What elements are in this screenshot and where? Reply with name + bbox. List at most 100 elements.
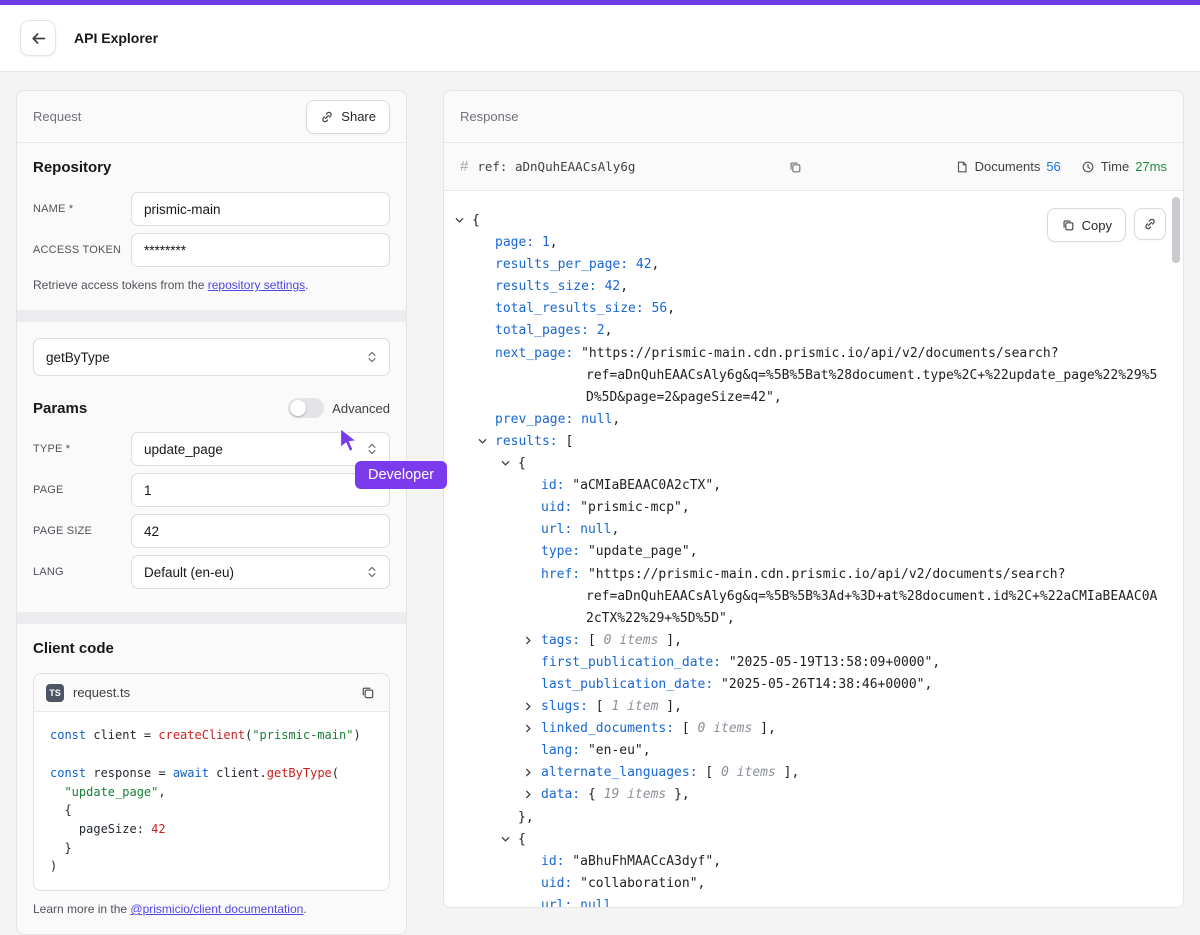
json-line: slugs: [ 1 item ], [444,696,1183,718]
expand-icon[interactable] [523,635,534,646]
toggle-knob [290,400,306,416]
method-select-value: getByType [46,350,110,365]
ref-hash-icon: # [460,158,468,175]
section-divider [17,310,406,322]
json-line: linked_documents: [ 0 items ], [444,718,1183,740]
json-line: }, [444,807,1183,829]
json-line: last_publication_date: "2025-05-26T14:38… [444,674,1183,696]
response-time-value: 27ms [1135,159,1167,174]
param-input-page_size[interactable] [131,514,390,548]
json-line: url: null, [444,519,1183,541]
ref-value: ref: aDnQuhEAACsAly6g [477,159,635,174]
json-line: ref=aDnQuhEAACsAly6g&q=%5B%5Bat%28docume… [444,365,1183,387]
client-docs-text: Learn more in the @prismicio/client docu… [33,901,390,918]
code-card-header: TS request.ts [34,674,389,712]
documents-count-value: 56 [1046,159,1060,174]
param-select-type[interactable]: update_page [131,432,390,466]
json-line: id: "aCMIaBEAAC0A2cTX", [444,475,1183,497]
json-viewer: Copy {page: 1,results_per_page: 42,resul… [444,191,1183,907]
expand-icon[interactable] [523,701,534,712]
copy-json-label: Copy [1082,218,1112,233]
repository-name-input[interactable] [131,192,390,226]
back-button[interactable] [20,20,56,56]
json-line: { [444,453,1183,475]
copy-link-button[interactable] [1134,208,1166,240]
copy-icon [788,160,802,174]
code-line: } [50,839,373,858]
param-label-page: PAGE [33,484,131,496]
expand-icon[interactable] [523,767,534,778]
token-help-text: Retrieve access tokens from the reposito… [33,277,390,294]
code-body: const client = createClient("prismic-mai… [34,712,389,890]
select-stepper-icon [365,442,379,456]
method-params-section: getByType Params Advanced TYPE *update_p… [17,322,406,612]
share-button-label: Share [341,109,376,124]
param-row-type: TYPE * update_page [33,432,390,466]
typescript-icon: TS [46,684,64,702]
response-time: Time 27ms [1081,159,1167,174]
param-label-type: TYPE * [33,443,131,455]
share-button[interactable]: Share [306,100,390,134]
json-line: id: "aBhuFhMAACcA3dyf", [444,851,1183,873]
response-meta: Documents 56 Time 27ms [955,159,1167,174]
expand-icon[interactable] [523,723,534,734]
json-line: lang: "en-eu", [444,740,1183,762]
param-label-page_size: PAGE SIZE [33,525,131,537]
request-panel-header: Request Share [17,91,406,143]
link-icon [320,110,334,124]
code-line: const response = await client.getByType( [50,764,373,783]
request-panel-label: Request [33,109,81,124]
access-token-input[interactable] [131,233,390,267]
response-panel-label: Response [460,109,519,124]
param-select-lang-value: Default (en-eu) [144,565,234,580]
page-title: API Explorer [74,30,158,46]
expand-icon[interactable] [523,789,534,800]
json-line: ref=aDnQuhEAACsAly6g&q=%5B%5B%3Ad+%3D+at… [444,586,1183,608]
json-line: 2cTX%22%29+%5D%5D", [444,608,1183,630]
param-select-type-value: update_page [144,442,223,457]
response-panel-header: Response [444,91,1183,143]
repository-settings-link[interactable]: repository settings [208,278,305,292]
json-line: data: { 19 items }, [444,784,1183,806]
advanced-toggle[interactable] [288,398,324,418]
section-divider [17,612,406,624]
param-fields: TYPE * update_page PAGE PAGE SIZE LANG Defaul… [33,432,390,589]
code-line: ) [50,857,373,876]
param-label-lang: LANG [33,566,131,578]
link-icon [1143,217,1157,231]
clock-icon [1081,160,1095,174]
param-input-page[interactable] [131,473,390,507]
repository-section: Repository NAME * ACCESS TOKEN Retrieve … [17,143,406,310]
advanced-label: Advanced [332,401,390,416]
copy-icon [360,685,375,700]
json-line: uid: "collaboration", [444,873,1183,895]
scrollbar[interactable] [1172,195,1180,903]
scrollbar-thumb[interactable] [1172,197,1180,263]
json-line: tags: [ 0 items ], [444,630,1183,652]
json-line: { [444,829,1183,851]
client-docs-link[interactable]: @prismicio/client documentation [130,902,303,916]
code-line: pageSize: 42 [50,820,373,839]
method-select[interactable]: getByType [33,338,390,376]
access-token-label: ACCESS TOKEN [33,244,131,256]
json-line: total_results_size: 56, [444,298,1183,320]
copy-code-button[interactable] [358,683,377,702]
json-line: alternate_languages: [ 0 items ], [444,762,1183,784]
code-line: { [50,801,373,820]
select-stepper-icon [365,350,379,364]
collapse-icon[interactable] [454,215,465,226]
copy-json-button[interactable]: Copy [1047,208,1126,242]
json-line: total_pages: 2, [444,320,1183,342]
collapse-icon[interactable] [477,436,488,447]
json-line: D%5D&page=2&pageSize=42", [444,387,1183,409]
param-row-page_size: PAGE SIZE [33,514,390,548]
param-select-lang[interactable]: Default (en-eu) [131,555,390,589]
json-line: results_size: 42, [444,276,1183,298]
copy-ref-button[interactable] [786,158,804,176]
code-filename: request.ts [73,685,130,700]
request-panel: Request Share Repository NAME * ACCESS T… [16,90,407,935]
collapse-icon[interactable] [500,458,511,469]
select-stepper-icon [365,565,379,579]
json-line: type: "update_page", [444,541,1183,563]
collapse-icon[interactable] [500,834,511,845]
